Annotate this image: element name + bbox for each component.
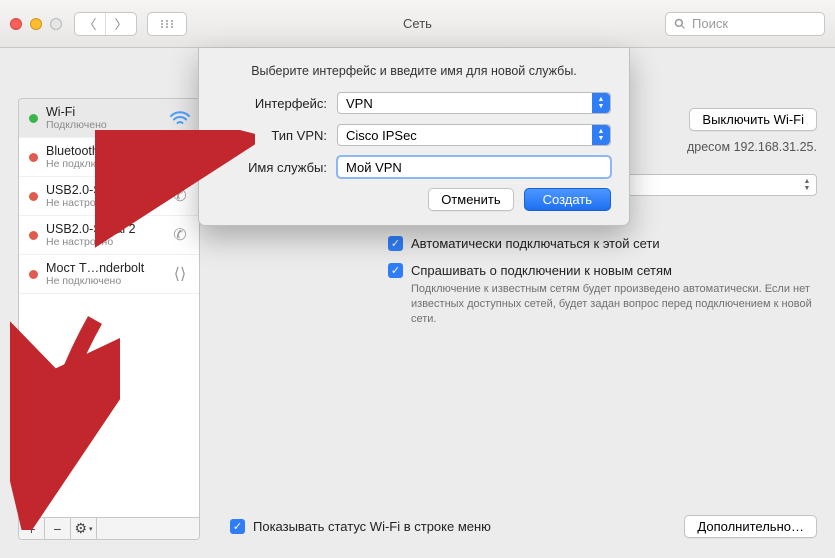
search-field[interactable]: Поиск — [665, 12, 825, 36]
show-all-button[interactable] — [147, 12, 187, 36]
minimize-window[interactable] — [30, 18, 42, 30]
service-status: Не настроено — [46, 236, 161, 248]
auto-connect-label: Автоматически подключаться к этой сети — [411, 236, 660, 251]
forward-button[interactable]: 〉 — [106, 13, 136, 35]
wifi-icon — [169, 107, 191, 129]
service-name-label: Имя службы: — [217, 160, 337, 175]
search-placeholder: Поиск — [692, 16, 728, 31]
wifi-toggle-button[interactable]: Выключить Wi-Fi — [689, 108, 817, 131]
ask-networks-label: Спрашивать о подключении к новым сетям — [411, 263, 672, 278]
remove-service-button[interactable]: − — [45, 518, 71, 539]
window-title: Сеть — [403, 16, 432, 31]
service-name: Wi-Fi — [46, 105, 161, 119]
gear-icon: ⚙︎ — [74, 520, 87, 537]
service-name: Мост T…nderbolt — [46, 261, 161, 275]
status-dot — [29, 270, 38, 279]
status-dot — [29, 192, 38, 201]
vpn-type-value: Cisco IPSec — [346, 128, 417, 143]
auto-connect-row[interactable]: ✓ Автоматически подключаться к этой сети — [388, 236, 817, 251]
status-dot — [29, 114, 38, 123]
vpn-type-select[interactable]: Cisco IPSec ▲▼ — [337, 124, 611, 146]
service-name: Bluetooth PAN — [46, 144, 161, 158]
phone-icon: ✆ — [169, 185, 191, 207]
checkbox-checked-icon[interactable]: ✓ — [388, 263, 403, 278]
show-status-row[interactable]: ✓ Показывать статус Wi-Fi в строке меню — [230, 519, 491, 534]
service-status: Подключено — [46, 119, 161, 131]
checkbox-checked-icon[interactable]: ✓ — [230, 519, 245, 534]
zoom-window[interactable] — [50, 18, 62, 30]
services-sidebar: Wi-Fi Подключено Bluetooth PAN Не подклю… — [18, 98, 200, 540]
create-button[interactable]: Создать — [524, 188, 611, 211]
advanced-button[interactable]: Дополнительно… — [684, 515, 817, 538]
ask-networks-row[interactable]: ✓ Спрашивать о подключении к новым сетям — [388, 263, 817, 278]
sheet-message: Выберите интерфейс и введите имя для нов… — [217, 64, 611, 78]
service-item-usb-serial-2[interactable]: USB2.0-Serial 2 Не настроено ✆ — [19, 216, 199, 255]
interface-value: VPN — [346, 96, 373, 111]
service-name-input[interactable] — [337, 156, 611, 178]
service-name: USB2.0-Serial — [46, 183, 161, 197]
window-controls — [10, 18, 62, 30]
chevron-updown-icon: ▲▼ — [592, 125, 610, 145]
service-item-bluetooth[interactable]: Bluetooth PAN Не подключено ⌁ — [19, 138, 199, 177]
sidebar-footer: + − ⚙︎▾ — [19, 517, 199, 539]
checkbox-checked-icon[interactable]: ✓ — [388, 236, 403, 251]
thunderbolt-icon: ⟨⟩ — [169, 263, 191, 285]
status-dot — [29, 153, 38, 162]
service-item-wifi[interactable]: Wi-Fi Подключено — [19, 99, 199, 138]
interface-label: Интерфейс: — [217, 96, 337, 111]
add-service-button[interactable]: + — [19, 518, 45, 539]
titlebar: 〈 〉 Сеть Поиск — [0, 0, 835, 48]
service-status: Не подключено — [46, 158, 161, 170]
search-icon — [674, 18, 686, 30]
chevron-updown-icon: ▲▼ — [592, 93, 610, 113]
ask-networks-note: Подключение к известным сетям будет прои… — [411, 282, 817, 327]
cancel-button[interactable]: Отменить — [428, 188, 513, 211]
nav-back-forward: 〈 〉 — [74, 12, 137, 36]
show-status-label: Показывать статус Wi-Fi в строке меню — [253, 519, 491, 534]
status-dot — [29, 231, 38, 240]
close-window[interactable] — [10, 18, 22, 30]
service-status: Не настроено — [46, 197, 161, 209]
stepper-arrows-icon: ▲▼ — [799, 176, 815, 194]
service-item-thunderbolt[interactable]: Мост T…nderbolt Не подключено ⟨⟩ — [19, 255, 199, 294]
service-item-usb-serial-1[interactable]: USB2.0-Serial Не настроено ✆ — [19, 177, 199, 216]
bluetooth-icon: ⌁ — [169, 146, 191, 168]
vpn-type-label: Тип VPN: — [217, 128, 337, 143]
new-service-sheet: Выберите интерфейс и введите имя для нов… — [198, 48, 630, 226]
service-actions-button[interactable]: ⚙︎▾ — [71, 518, 97, 539]
ip-text-fragment: дресом 192.168.31.25. — [687, 140, 817, 154]
service-name: USB2.0-Serial 2 — [46, 222, 161, 236]
service-status: Не подключено — [46, 275, 161, 287]
interface-select[interactable]: VPN ▲▼ — [337, 92, 611, 114]
phone-icon: ✆ — [169, 224, 191, 246]
back-button[interactable]: 〈 — [75, 13, 105, 35]
